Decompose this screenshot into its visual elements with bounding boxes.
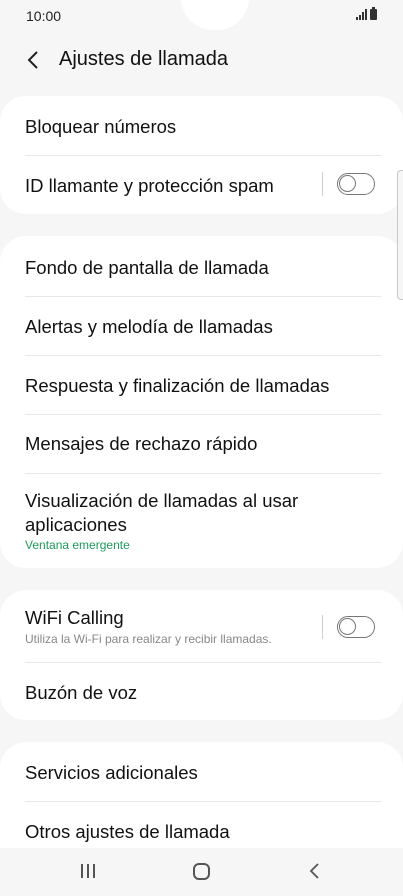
divider xyxy=(25,155,381,156)
additional-services-label: Servicios adicionales xyxy=(25,762,198,783)
divider xyxy=(25,801,381,802)
wifi-calling-toggle-wrap xyxy=(322,615,375,639)
toggle-knob xyxy=(339,175,356,192)
divider xyxy=(25,296,381,297)
caller-id-toggle[interactable] xyxy=(337,173,375,195)
recent-apps-icon[interactable] xyxy=(81,864,95,878)
wifi-calling-toggle[interactable] xyxy=(337,616,375,638)
navigation-bar xyxy=(0,848,403,896)
call-display-while-apps-label: Visualización de llamadas al usar aplica… xyxy=(25,490,299,535)
call-alerts-item[interactable]: Alertas y melodía de llamadas xyxy=(25,316,378,338)
caller-id-toggle-wrap xyxy=(322,172,375,196)
status-icons xyxy=(356,7,377,20)
divider xyxy=(25,355,381,356)
quick-decline-item[interactable]: Mensajes de rechazo rápido xyxy=(25,433,378,455)
additional-services-item[interactable]: Servicios adicionales xyxy=(25,762,378,784)
scrollbar[interactable] xyxy=(397,170,403,300)
toggle-separator xyxy=(322,615,323,639)
toggle-knob xyxy=(339,618,356,635)
other-call-settings-label: Otros ajustes de llamada xyxy=(25,821,230,842)
back-arrow-icon[interactable] xyxy=(24,50,44,70)
settings-card-wifi-voicemail: WiFi Calling Utiliza la Wi-Fi para reali… xyxy=(0,590,403,720)
other-call-settings-item[interactable]: Otros ajustes de llamada xyxy=(25,821,378,843)
block-numbers-item[interactable]: Bloquear números xyxy=(25,116,378,138)
caller-id-spam-label: ID llamante y protección spam xyxy=(25,175,274,196)
voicemail-label: Buzón de voz xyxy=(25,682,138,703)
call-display-while-apps-item[interactable]: Visualización de llamadas al usar aplica… xyxy=(25,489,378,553)
header: Ajustes de llamada xyxy=(0,40,403,80)
quick-decline-label: Mensajes de rechazo rápido xyxy=(25,433,258,454)
divider xyxy=(25,662,381,663)
voicemail-item[interactable]: Buzón de voz xyxy=(25,682,378,704)
answer-end-calls-label: Respuesta y finalización de llamadas xyxy=(25,375,330,396)
block-numbers-label: Bloquear números xyxy=(25,116,177,137)
status-bar: 10:00 xyxy=(0,0,403,30)
call-wallpaper-label: Fondo de pantalla de llamada xyxy=(25,257,269,278)
signal-icon xyxy=(356,9,367,20)
settings-card-blocking: Bloquear números ID llamante y protecció… xyxy=(0,96,403,214)
home-icon[interactable] xyxy=(193,863,210,880)
toggle-separator xyxy=(322,172,323,196)
camera-notch xyxy=(181,0,249,30)
battery-icon xyxy=(370,7,377,20)
status-time: 10:00 xyxy=(26,8,62,24)
nav-back-icon[interactable] xyxy=(306,861,322,881)
call-wallpaper-item[interactable]: Fondo de pantalla de llamada xyxy=(25,257,378,279)
divider xyxy=(25,414,381,415)
call-alerts-label: Alertas y melodía de llamadas xyxy=(25,316,273,337)
call-display-value: Ventana emergente xyxy=(25,538,130,552)
divider xyxy=(25,473,381,474)
answer-end-calls-item[interactable]: Respuesta y finalización de llamadas xyxy=(25,375,378,397)
page-title: Ajustes de llamada xyxy=(59,48,228,70)
settings-card-call-display: Fondo de pantalla de llamada Alertas y m… xyxy=(0,236,403,568)
